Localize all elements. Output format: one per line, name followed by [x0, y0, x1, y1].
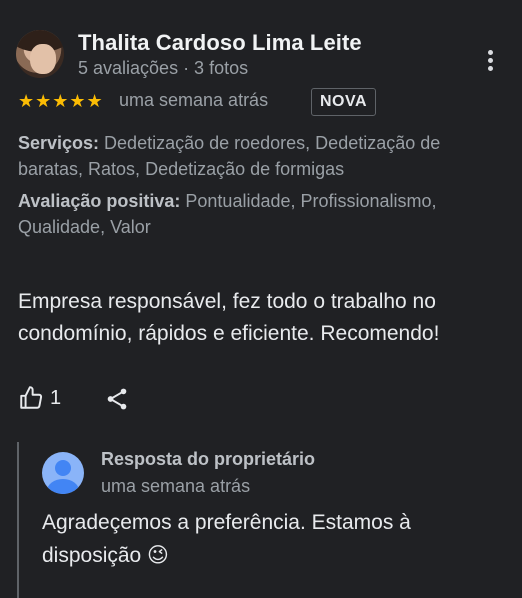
thumb-up-icon [20, 386, 43, 409]
services-line: Serviços: Dedetização de roedores, Dedet… [18, 130, 508, 182]
more-options-icon[interactable] [480, 50, 500, 76]
owner-avatar [42, 452, 84, 494]
review-details: Serviços: Dedetização de roedores, Dedet… [18, 130, 508, 246]
reply-divider [17, 442, 19, 598]
like-button[interactable]: 1 [18, 385, 61, 411]
positive-line: Avaliação positiva: Pontualidade, Profis… [18, 188, 508, 240]
owner-reply-title: Resposta do proprietário [101, 449, 316, 469]
owner-reply-date: uma semana atrás [101, 476, 251, 496]
star-rating: ★★★★★ [18, 91, 104, 111]
owner-reply-text: Agradeçemos a preferência. Estamos à dis… [42, 511, 411, 567]
author-name[interactable]: Thalita Cardoso Lima Leite [78, 30, 362, 56]
author-meta: 5 avaliações · 3 fotos [78, 58, 249, 78]
share-button[interactable] [104, 386, 130, 412]
new-badge: NOVA [311, 88, 377, 116]
share-icon [107, 388, 127, 410]
services-label: Serviços: [18, 133, 100, 153]
positive-label: Avaliação positiva: [18, 191, 181, 211]
like-count: 1 [50, 386, 62, 409]
author-avatar[interactable] [16, 30, 64, 78]
review-date: uma semana atrás [119, 90, 269, 110]
review-text: Empresa responsável, fez todo o trabalho… [18, 290, 440, 345]
